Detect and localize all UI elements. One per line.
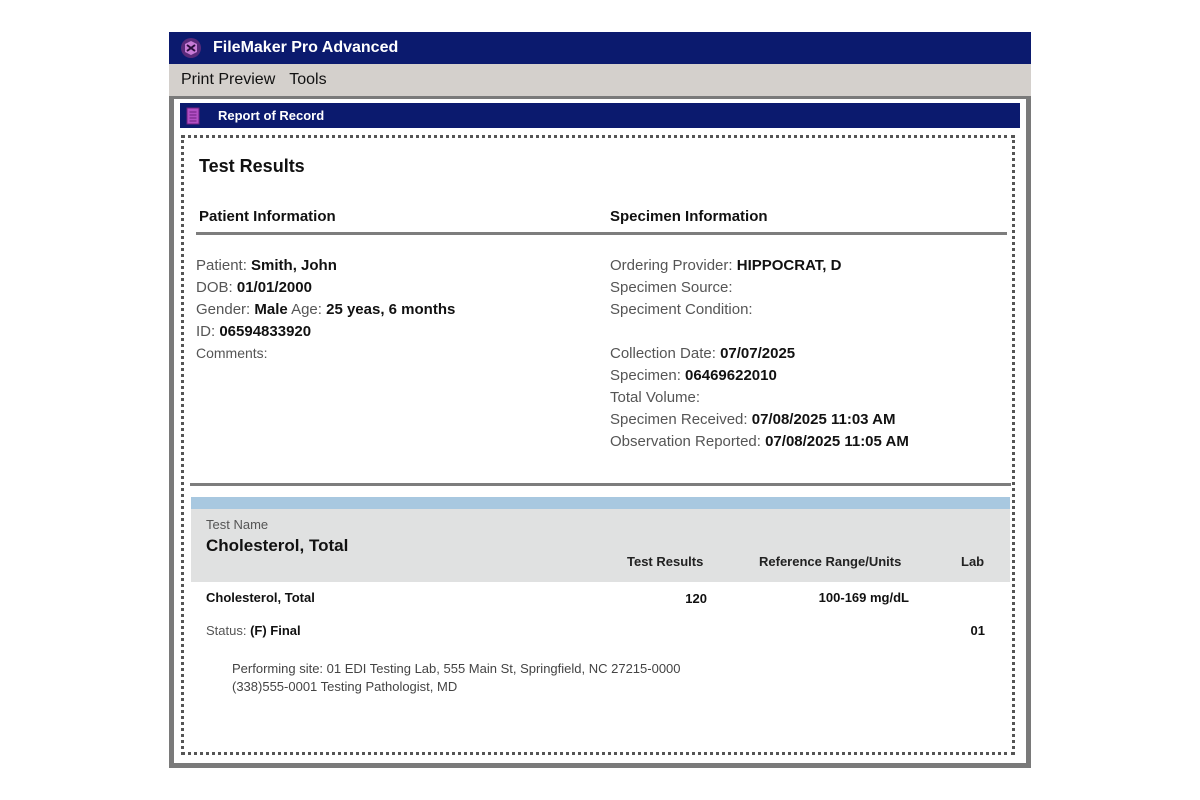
observation-reported-label: Observation Reported:	[610, 433, 761, 450]
results-accent-strip	[191, 497, 1010, 509]
total-volume-label: Total Volume:	[610, 389, 701, 406]
menu-tools[interactable]: Tools	[289, 71, 326, 89]
specimen-section-title: Specimen Information	[610, 208, 768, 225]
collection-date-row: Collection Date: 07/07/2025	[610, 343, 795, 365]
result-row-lab: 01	[970, 623, 985, 638]
specimen-id-row: Specimen: 06469622010	[610, 365, 777, 387]
specimen-received-label: Specimen Received:	[610, 411, 748, 428]
result-row-name: Cholesterol, Total	[206, 590, 315, 605]
dob-label: DOB:	[196, 279, 233, 296]
patient-section-title: Patient Information	[199, 208, 336, 225]
specimen-id-value: 06469622010	[685, 367, 777, 384]
specimen-condition-row: Speciment Condition:	[610, 299, 753, 321]
column-reference-range: Reference Range/Units	[759, 554, 902, 569]
app-title: FileMaker Pro Advanced	[213, 39, 399, 56]
app-window: FileMaker Pro Advanced Print Preview Too…	[169, 32, 1031, 768]
result-row-range: 100-169 mg/dL	[818, 590, 909, 605]
age-label: Age:	[291, 301, 322, 318]
collection-date-value: 07/07/2025	[720, 345, 796, 362]
filemaker-icon[interactable]	[180, 37, 202, 59]
test-name: Cholesterol, Total	[206, 536, 349, 555]
patient-name-row: Patient: Smith, John	[196, 255, 337, 277]
performing-site-line2: (338)555-0001 Testing Pathologist, MD	[232, 679, 458, 694]
provider-value: HIPPOCRAT, D	[736, 257, 842, 274]
specimen-source-label: Specimen Source:	[610, 279, 733, 296]
specimen-received-value: 07/08/2025 11:03 AM	[751, 411, 896, 428]
gender-age-row: Gender: Male Age: 25 yeas, 6 months	[196, 299, 455, 321]
status-value: (F) Final	[250, 623, 301, 638]
column-test-results: Test Results	[627, 554, 704, 569]
total-volume-row: Total Volume:	[610, 387, 700, 409]
status-row: Status: (F) Final	[206, 623, 301, 638]
collection-date-label: Collection Date:	[610, 345, 716, 362]
result-row-value: 120	[685, 591, 707, 606]
dob-value: 01/01/2000	[236, 279, 312, 296]
observation-reported-value: 07/08/2025 11:05 AM	[765, 433, 909, 450]
comments-label: Comments:	[196, 345, 268, 361]
column-lab: Lab	[961, 554, 985, 569]
status-label: Status:	[206, 623, 247, 638]
patient-label: Patient:	[196, 257, 247, 274]
gender-value: Male	[254, 301, 288, 318]
header-divider	[196, 232, 1007, 235]
test-name-caption: Test Name	[206, 517, 269, 532]
specimen-id-label: Specimen:	[610, 367, 681, 384]
comments-row: Comments:	[196, 342, 268, 364]
results-header-band: Test Name Cholesterol, Total Test Result…	[191, 509, 1010, 582]
menu-bar: Print Preview Tools	[169, 64, 1031, 96]
specimen-condition-label: Speciment Condition:	[610, 301, 753, 318]
patient-name-value: Smith, John	[251, 257, 337, 274]
document-frame: Report of Record Test Results Patient In…	[174, 99, 1026, 763]
performing-site-line1: Performing site: 01 EDI Testing Lab, 555…	[232, 661, 681, 676]
id-row: ID: 06594833920	[196, 321, 311, 343]
provider-label: Ordering Provider:	[610, 257, 733, 274]
specimen-source-row: Specimen Source:	[610, 277, 733, 299]
observation-reported-row: Observation Reported: 07/08/2025 11:05 A…	[610, 431, 909, 453]
provider-row: Ordering Provider: HIPPOCRAT, D	[610, 255, 841, 277]
report-heading: Test Results	[199, 156, 305, 176]
gender-label: Gender:	[196, 301, 251, 318]
age-value: 25 yeas, 6 months	[326, 301, 456, 318]
id-value: 06594833920	[219, 323, 312, 340]
document-title: Report of Record	[218, 108, 325, 123]
menu-print-preview[interactable]: Print Preview	[181, 71, 275, 89]
report-page: Test Results Patient Information Specime…	[181, 135, 1015, 755]
document-icon	[186, 107, 200, 124]
id-label: ID:	[196, 323, 216, 340]
document-title-bar: Report of Record	[180, 103, 1020, 128]
dob-row: DOB: 01/01/2000	[196, 277, 312, 299]
title-bar: FileMaker Pro Advanced	[169, 32, 1031, 64]
specimen-received-row: Specimen Received: 07/08/2025 11:03 AM	[610, 409, 895, 431]
section-divider	[190, 483, 1011, 486]
